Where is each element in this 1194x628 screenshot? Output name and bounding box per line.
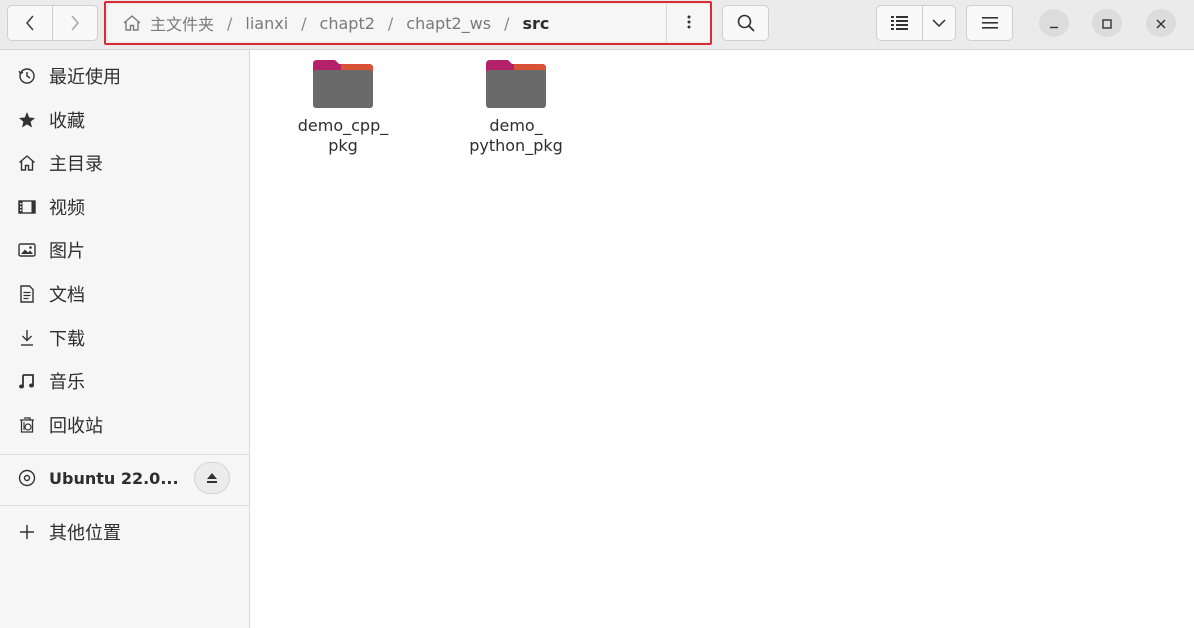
chevron-down-icon <box>932 19 946 27</box>
minimize-icon <box>1049 14 1059 33</box>
sidebar: 最近使用 收藏 主目录 视频 图片 文档 下载 音乐 回收站 Ubuntu 22… <box>0 50 250 628</box>
crumb-separator: / <box>504 13 510 33</box>
sidebar-item-label: 视频 <box>49 198 85 219</box>
recent-icon <box>17 66 37 86</box>
crumb-chapt2[interactable]: chapt2 <box>320 14 375 33</box>
file-name-line: demo_cpp_ <box>297 116 389 135</box>
search-button[interactable] <box>722 5 769 41</box>
file-item-demo-cpp-pkg[interactable]: demo_cpp_ pkg <box>278 58 408 156</box>
sidebar-item-label: 音乐 <box>49 372 85 393</box>
sidebar-item-home[interactable]: 主目录 <box>0 143 250 183</box>
disc-icon <box>17 468 37 488</box>
sidebar-item-videos[interactable]: 视频 <box>0 187 250 227</box>
folder-icon <box>311 58 375 110</box>
minimize-button[interactable] <box>1039 9 1069 37</box>
music-icon <box>17 371 37 391</box>
crumb-label: src <box>522 13 550 33</box>
main-menu-button[interactable] <box>966 5 1013 41</box>
file-name-line: demo_ <box>489 116 543 135</box>
list-view-icon <box>890 16 909 30</box>
plus-icon <box>17 522 37 542</box>
picture-icon <box>17 240 37 260</box>
folder-icon <box>484 58 548 110</box>
sidebar-separator <box>0 454 250 455</box>
sidebar-item-label: 文档 <box>49 285 85 306</box>
maximize-icon <box>1102 14 1112 33</box>
header-bar: 主文件夹 / lianxi / chapt2 / chapt2_ws / src <box>0 0 1194 50</box>
video-icon <box>17 197 37 217</box>
crumb-separator: / <box>387 13 394 33</box>
close-icon <box>1156 14 1166 33</box>
file-item-demo-python-pkg[interactable]: demo_ python_pkg <box>451 58 581 156</box>
path-bar: 主文件夹 / lianxi / chapt2 / chapt2_ws / src <box>108 4 710 42</box>
home-icon <box>17 153 37 173</box>
list-view-button[interactable] <box>876 5 923 41</box>
document-icon <box>17 284 37 304</box>
trash-icon <box>17 415 37 435</box>
crumb-separator: / <box>301 13 307 33</box>
eject-icon <box>206 469 218 488</box>
chevron-left-icon <box>24 14 36 32</box>
sidebar-separator <box>0 505 250 506</box>
close-button[interactable] <box>1146 9 1176 37</box>
navigation-buttons <box>7 5 99 41</box>
sidebar-item-label: Ubuntu 22.0... <box>49 468 179 488</box>
sidebar-item-label: 主目录 <box>49 154 103 175</box>
forward-button[interactable] <box>52 5 98 41</box>
view-options <box>876 5 956 41</box>
sidebar-item-label: 收藏 <box>49 111 85 132</box>
crumb-lianxi[interactable]: lianxi <box>245 14 288 33</box>
file-name-line: python_pkg <box>469 136 563 155</box>
sidebar-item-documents[interactable]: 文档 <box>0 274 250 314</box>
crumb-src[interactable]: src <box>522 14 549 33</box>
crumb-separator: / <box>227 13 233 33</box>
home-icon <box>122 14 142 32</box>
chevron-right-icon <box>69 14 81 32</box>
eject-button[interactable] <box>194 462 230 494</box>
path-menu-button[interactable] <box>666 4 710 42</box>
crumb-label: 主文件夹 <box>150 15 215 34</box>
file-name: demo_ python_pkg <box>451 116 581 156</box>
sidebar-item-other-locations[interactable]: 其他位置 <box>0 512 250 552</box>
sidebar-item-pictures[interactable]: 图片 <box>0 230 250 270</box>
back-button[interactable] <box>7 5 53 41</box>
file-name: demo_cpp_ pkg <box>278 116 408 156</box>
sidebar-item-starred[interactable]: 收藏 <box>0 100 250 140</box>
sidebar-item-label: 下载 <box>49 329 85 350</box>
sidebar-item-downloads[interactable]: 下载 <box>0 318 250 358</box>
crumb-label: chapt2_ws <box>406 13 492 33</box>
crumb-home[interactable]: 主文件夹 <box>122 11 214 35</box>
crumb-label: lianxi <box>245 13 289 33</box>
vertical-dots-icon <box>687 14 691 33</box>
download-icon <box>17 328 37 348</box>
file-name-line: pkg <box>328 136 358 155</box>
file-view: demo_cpp_ pkg demo_ python_pkg <box>251 50 1194 628</box>
breadcrumb: 主文件夹 / lianxi / chapt2 / chapt2_ws / src <box>108 4 666 42</box>
star-icon <box>17 110 37 130</box>
sidebar-item-label: 其他位置 <box>49 523 121 544</box>
maximize-button[interactable] <box>1092 9 1122 37</box>
crumb-chapt2-ws[interactable]: chapt2_ws <box>406 14 491 33</box>
sidebar-item-trash[interactable]: 回收站 <box>0 405 250 445</box>
view-dropdown-button[interactable] <box>922 5 956 41</box>
crumb-label: chapt2 <box>319 13 375 33</box>
sidebar-item-label: 图片 <box>49 241 85 262</box>
search-icon <box>736 13 756 33</box>
sidebar-item-label: 最近使用 <box>49 67 121 88</box>
sidebar-item-music[interactable]: 音乐 <box>0 361 250 401</box>
sidebar-item-recent[interactable]: 最近使用 <box>0 56 250 96</box>
sidebar-item-label: 回收站 <box>49 416 103 437</box>
hamburger-icon <box>981 17 998 29</box>
